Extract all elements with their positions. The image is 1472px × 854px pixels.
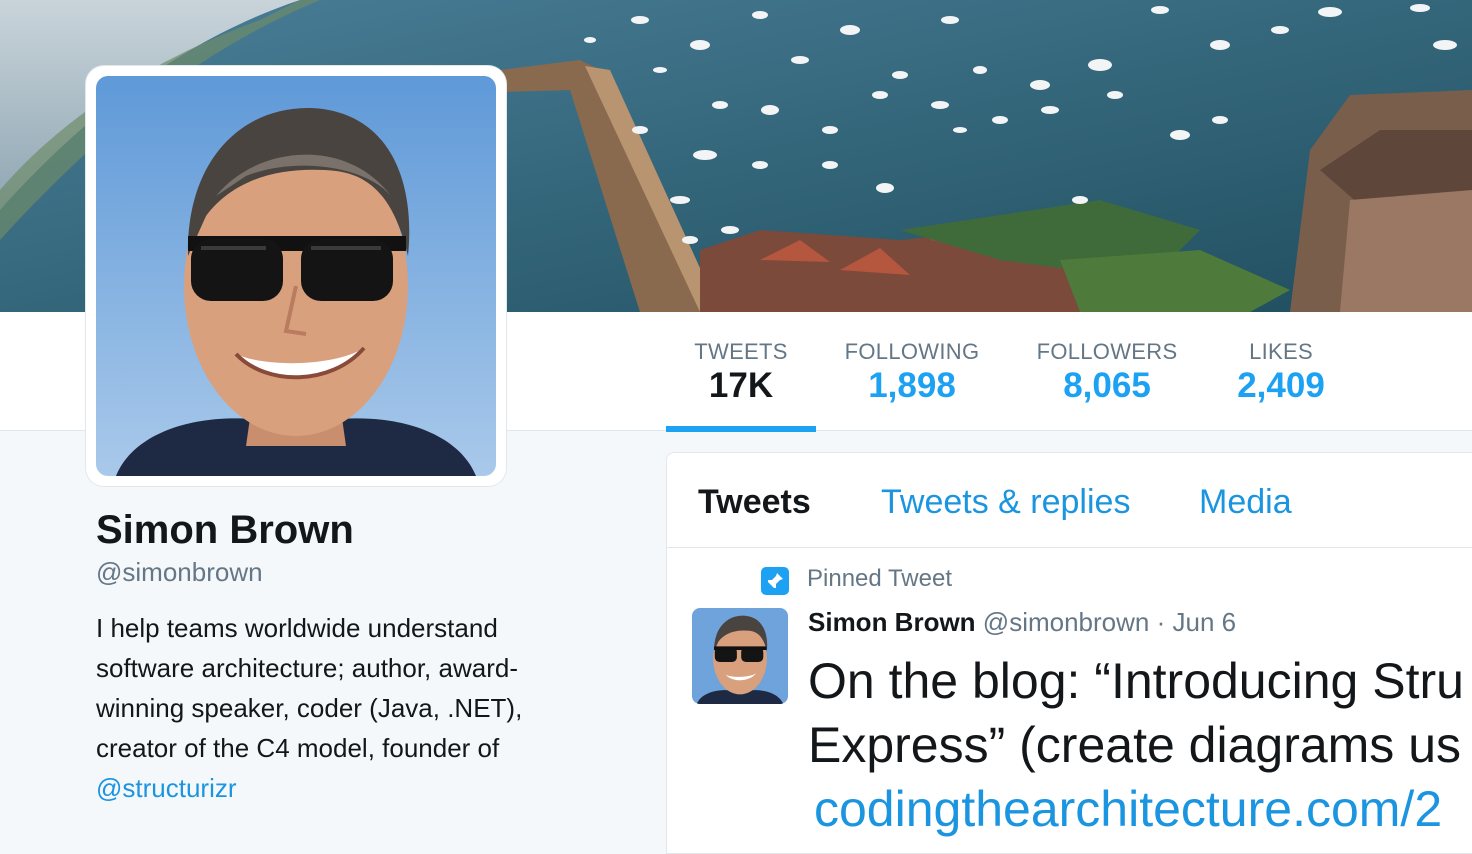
timeline: Tweets Tweets & replies Media Pinned Twe… (666, 452, 1472, 854)
tweet-avatar[interactable] (692, 608, 788, 704)
stat-likes-label: LIKES (1249, 339, 1313, 364)
profile-photo-icon (96, 76, 496, 476)
tab-tweets[interactable]: Tweets (698, 483, 811, 522)
timeline-tabs: Tweets Tweets & replies Media (667, 453, 1472, 548)
tweet-separator: · (1156, 607, 1166, 637)
stat-following-label: FOLLOWING (844, 339, 980, 364)
stat-tweets-value: 17K (708, 366, 774, 405)
stat-followers-value: 8,065 (1063, 366, 1151, 405)
stat-following[interactable]: FOLLOWING 1,898 (836, 312, 988, 430)
tweet-text: On the blog: “Introducing Stru Express” … (808, 649, 1472, 841)
tweet-avatar-photo-icon (692, 608, 788, 704)
profile-handle[interactable]: @simonbrown (96, 557, 263, 588)
profile-bio-link[interactable]: @structurizr (96, 773, 237, 803)
stat-following-value: 1,898 (868, 366, 956, 405)
profile-bio: I help teams worldwide understand softwa… (96, 608, 566, 808)
pinned-label: Pinned Tweet (807, 565, 952, 592)
tweet-author-handle[interactable]: @simonbrown (983, 607, 1150, 637)
stat-tweets-label: TWEETS (694, 339, 788, 364)
profile-bio-text: I help teams worldwide understand softwa… (96, 613, 523, 763)
tweet-link[interactable]: codingthearchitecture.com/2 (814, 777, 1472, 841)
profile-avatar[interactable] (86, 66, 506, 486)
stat-likes-value: 2,409 (1237, 366, 1325, 405)
tab-media[interactable]: Media (1199, 483, 1292, 522)
tweet-text-line-1: On the blog: “Introducing Stru (808, 653, 1464, 709)
stat-likes[interactable]: LIKES 2,409 (1220, 312, 1342, 430)
tweet-author-name[interactable]: Simon Brown (808, 607, 976, 637)
pin-icon (761, 567, 789, 595)
tweet-header: Simon Brown @simonbrown · Jun 6 (808, 607, 1236, 638)
tweet-text-line-2: Express” (create diagrams us (808, 717, 1462, 773)
profile-name[interactable]: Simon Brown (96, 508, 354, 553)
tweet-date[interactable]: Jun 6 (1173, 607, 1237, 637)
stat-followers[interactable]: FOLLOWERS 8,065 (1030, 312, 1184, 430)
stat-tweets[interactable]: TWEETS 17K (666, 312, 816, 432)
stat-followers-label: FOLLOWERS (1036, 339, 1178, 364)
tab-tweets-replies[interactable]: Tweets & replies (881, 483, 1130, 522)
